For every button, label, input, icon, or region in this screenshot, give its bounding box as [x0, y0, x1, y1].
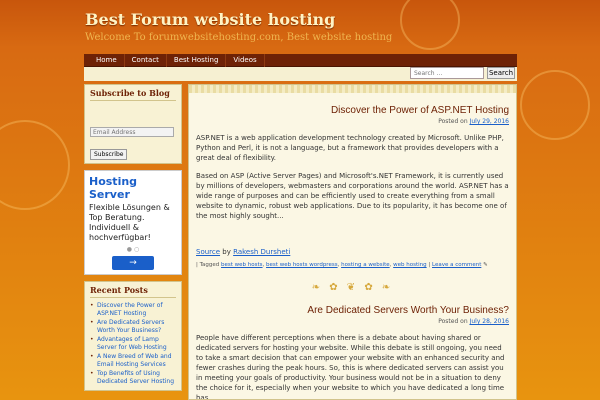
ad-body: Flexible Lösungen & Top Beratung. Indivi…	[89, 203, 170, 242]
posted-on-label: Posted on	[438, 118, 468, 125]
nav-item-best-hosting[interactable]: Best Hosting	[167, 54, 227, 67]
tag-link[interactable]: best web hosts	[221, 262, 263, 268]
post-paragraph: People have different perceptions when t…	[196, 334, 505, 400]
by-label: by	[222, 248, 231, 256]
main-navigation: Home Contact Best Hosting Videos	[84, 54, 517, 67]
post-source: Source by Rakesh Dursheti	[196, 247, 509, 257]
ad-carousel-dots[interactable]: ● ○	[89, 246, 177, 253]
floral-decoration	[520, 70, 590, 140]
tag-link[interactable]: web hosting	[393, 262, 427, 268]
search-form: Search	[410, 67, 515, 79]
nav-item-home[interactable]: Home	[84, 54, 125, 67]
tag-link[interactable]: best web hosts wordpress	[266, 262, 338, 268]
subscribe-widget: Subscribe to Blog Subscribe	[84, 84, 182, 164]
subscribe-widget-title: Subscribe to Blog	[90, 88, 176, 101]
post-date-link[interactable]: July 28, 2016	[470, 318, 509, 325]
recent-post-link[interactable]: Top Benefits of Using Dedicated Server H…	[90, 370, 176, 386]
floral-decoration	[0, 120, 70, 210]
post-meta: Posted on July 29, 2016	[196, 118, 509, 125]
email-field[interactable]	[90, 127, 174, 137]
floral-decoration	[400, 0, 460, 50]
sidebar: Subscribe to Blog Subscribe Hosting Serv…	[84, 84, 182, 397]
tagged-label: | Tagged	[196, 262, 220, 268]
arrow-right-icon[interactable]: →	[112, 256, 154, 270]
post-paragraph: Based on ASP (Active Server Pages) and M…	[196, 172, 509, 220]
nav-item-videos[interactable]: Videos	[226, 54, 265, 67]
post-paragraph: ASP.NET is a web application development…	[196, 134, 504, 162]
search-button[interactable]: Search	[487, 67, 515, 79]
main-content: Discover the Power of ASP.NET Hosting Po…	[188, 84, 517, 400]
nav-item-contact[interactable]: Contact	[125, 54, 167, 67]
post-title[interactable]: Discover the Power of ASP.NET Hosting	[196, 105, 509, 116]
recent-posts-widget: Recent Posts Discover the Power of ASP.N…	[84, 281, 182, 391]
recent-posts-title: Recent Posts	[90, 285, 176, 298]
post-title[interactable]: Are Dedicated Servers Worth Your Busines…	[196, 305, 509, 316]
advertisement[interactable]: Hosting Server Flexible Lösungen & Top B…	[84, 170, 182, 275]
post: Discover the Power of ASP.NET Hosting Po…	[189, 105, 516, 293]
posted-on-label: Posted on	[438, 318, 468, 325]
tag-link[interactable]: hosting a website	[341, 262, 390, 268]
source-link[interactable]: Source	[196, 248, 220, 256]
ornament-divider: ❧ ✿ ❦ ✿ ❧	[311, 282, 394, 293]
recent-post-link[interactable]: Are Dedicated Servers Worth Your Busines…	[90, 319, 176, 335]
ad-title[interactable]: Hosting Server	[89, 175, 177, 201]
post-date-link[interactable]: July 29, 2016	[470, 118, 509, 125]
search-input[interactable]	[410, 67, 484, 79]
post-meta: Posted on July 28, 2016	[196, 318, 509, 325]
leave-comment-link[interactable]: Leave a comment	[432, 262, 481, 268]
recent-post-link[interactable]: Advantages of Lamp Server for Web Hostin…	[90, 336, 176, 352]
content-border	[189, 85, 516, 93]
site-title[interactable]: Best Forum website hosting	[85, 10, 392, 29]
subscribe-button[interactable]: Subscribe	[90, 149, 128, 160]
post-tags: | Tagged best web hosts, best web hosts …	[196, 262, 488, 268]
author-link[interactable]: Rakesh Dursheti	[233, 248, 290, 256]
post: Are Dedicated Servers Worth Your Busines…	[189, 305, 516, 400]
comment-icon: ✎	[483, 262, 488, 268]
recent-post-link[interactable]: A New Breed of Web and Email Hosting Ser…	[90, 353, 176, 369]
site-header: Best Forum website hosting Welcome To fo…	[85, 10, 392, 43]
recent-post-link[interactable]: Discover the Power of ASP.NET Hosting	[90, 302, 176, 318]
site-tagline: Welcome To forumwebsitehosting.com, Best…	[85, 32, 393, 43]
